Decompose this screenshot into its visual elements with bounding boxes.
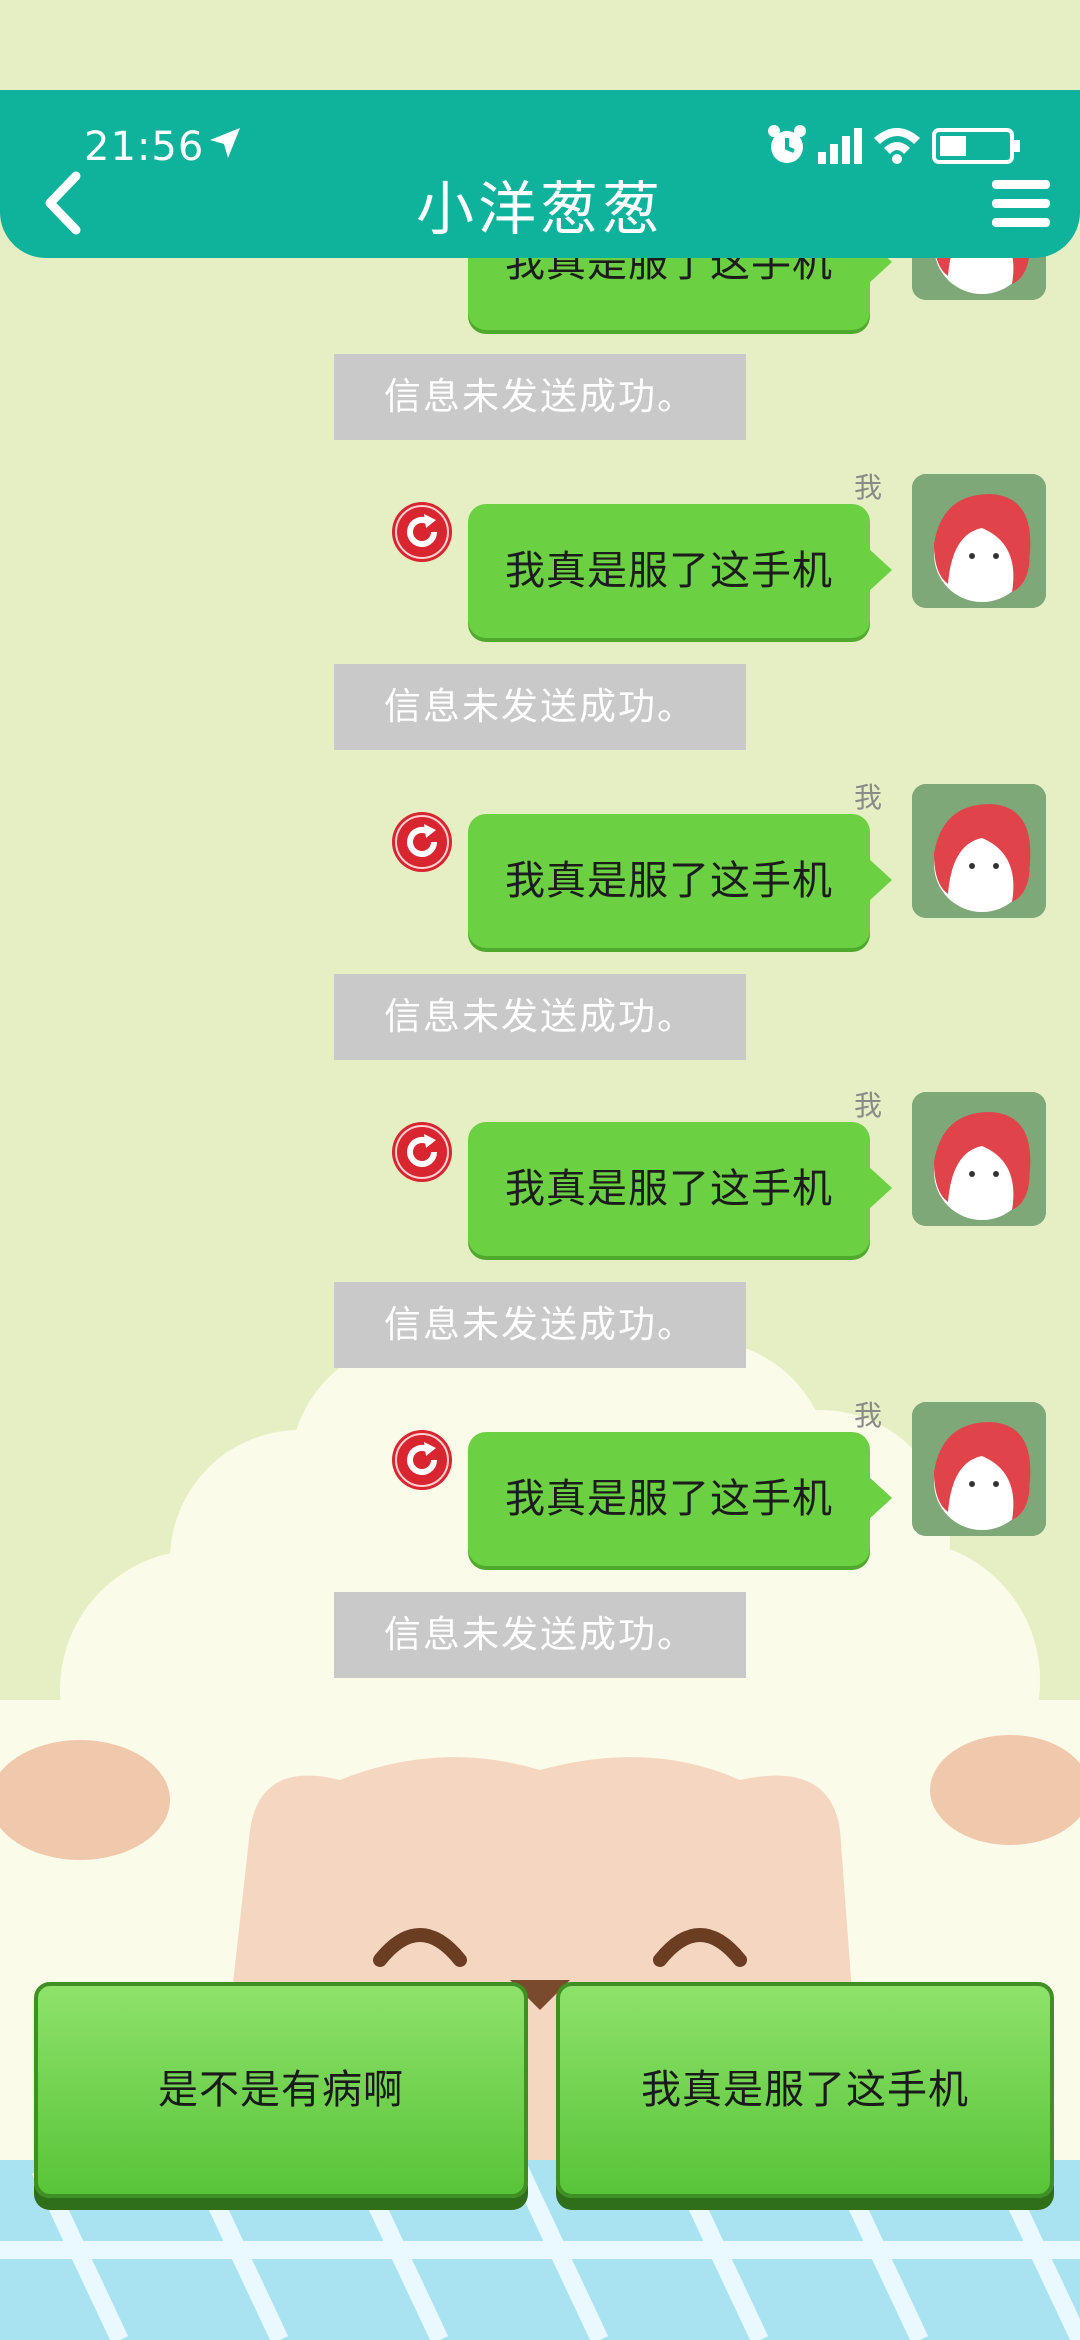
sender-label: 我 xyxy=(854,471,883,504)
avatar[interactable] xyxy=(912,1092,1046,1226)
send-failed-note: 信息未发送成功。 xyxy=(334,974,746,1060)
wifi-icon xyxy=(874,128,920,164)
send-failed-note: 信息未发送成功。 xyxy=(334,664,746,750)
menu-icon[interactable] xyxy=(992,178,1050,230)
sender-label: 我 xyxy=(854,1399,883,1432)
avatar[interactable] xyxy=(912,474,1046,608)
message-bubble[interactable]: 我真是服了这手机 xyxy=(468,504,892,638)
chat-title: 小洋葱葱 xyxy=(415,175,664,243)
reply-option-button[interactable]: 我真是服了这手机 xyxy=(556,1982,1054,2198)
message-bubble[interactable]: 我真是服了这手机 xyxy=(468,814,892,948)
signal-icon xyxy=(818,128,862,164)
avatar[interactable] xyxy=(912,1402,1046,1536)
send-failed-note: 信息未发送成功。 xyxy=(334,1592,746,1678)
location-arrow-icon xyxy=(210,128,240,158)
send-failed-note: 信息未发送成功。 xyxy=(334,1282,746,1368)
battery-icon xyxy=(932,128,1020,164)
app-header: 21:56 小洋葱葱 xyxy=(0,90,1080,258)
sender-label: 我 xyxy=(854,781,883,814)
alarm-icon xyxy=(768,125,806,163)
message-bubble[interactable]: 我真是服了这手机 xyxy=(468,1432,892,1566)
send-failed-note: 信息未发送成功。 xyxy=(334,354,746,440)
resend-icon[interactable] xyxy=(390,1428,454,1492)
resend-icon[interactable] xyxy=(390,1120,454,1184)
reply-option-button[interactable]: 是不是有病啊 xyxy=(34,1982,528,2198)
avatar[interactable] xyxy=(912,784,1046,918)
resend-icon[interactable] xyxy=(390,810,454,874)
sender-label: 我 xyxy=(854,1089,883,1122)
message-bubble[interactable]: 我真是服了这手机 xyxy=(468,1122,892,1256)
resend-icon[interactable] xyxy=(390,500,454,564)
